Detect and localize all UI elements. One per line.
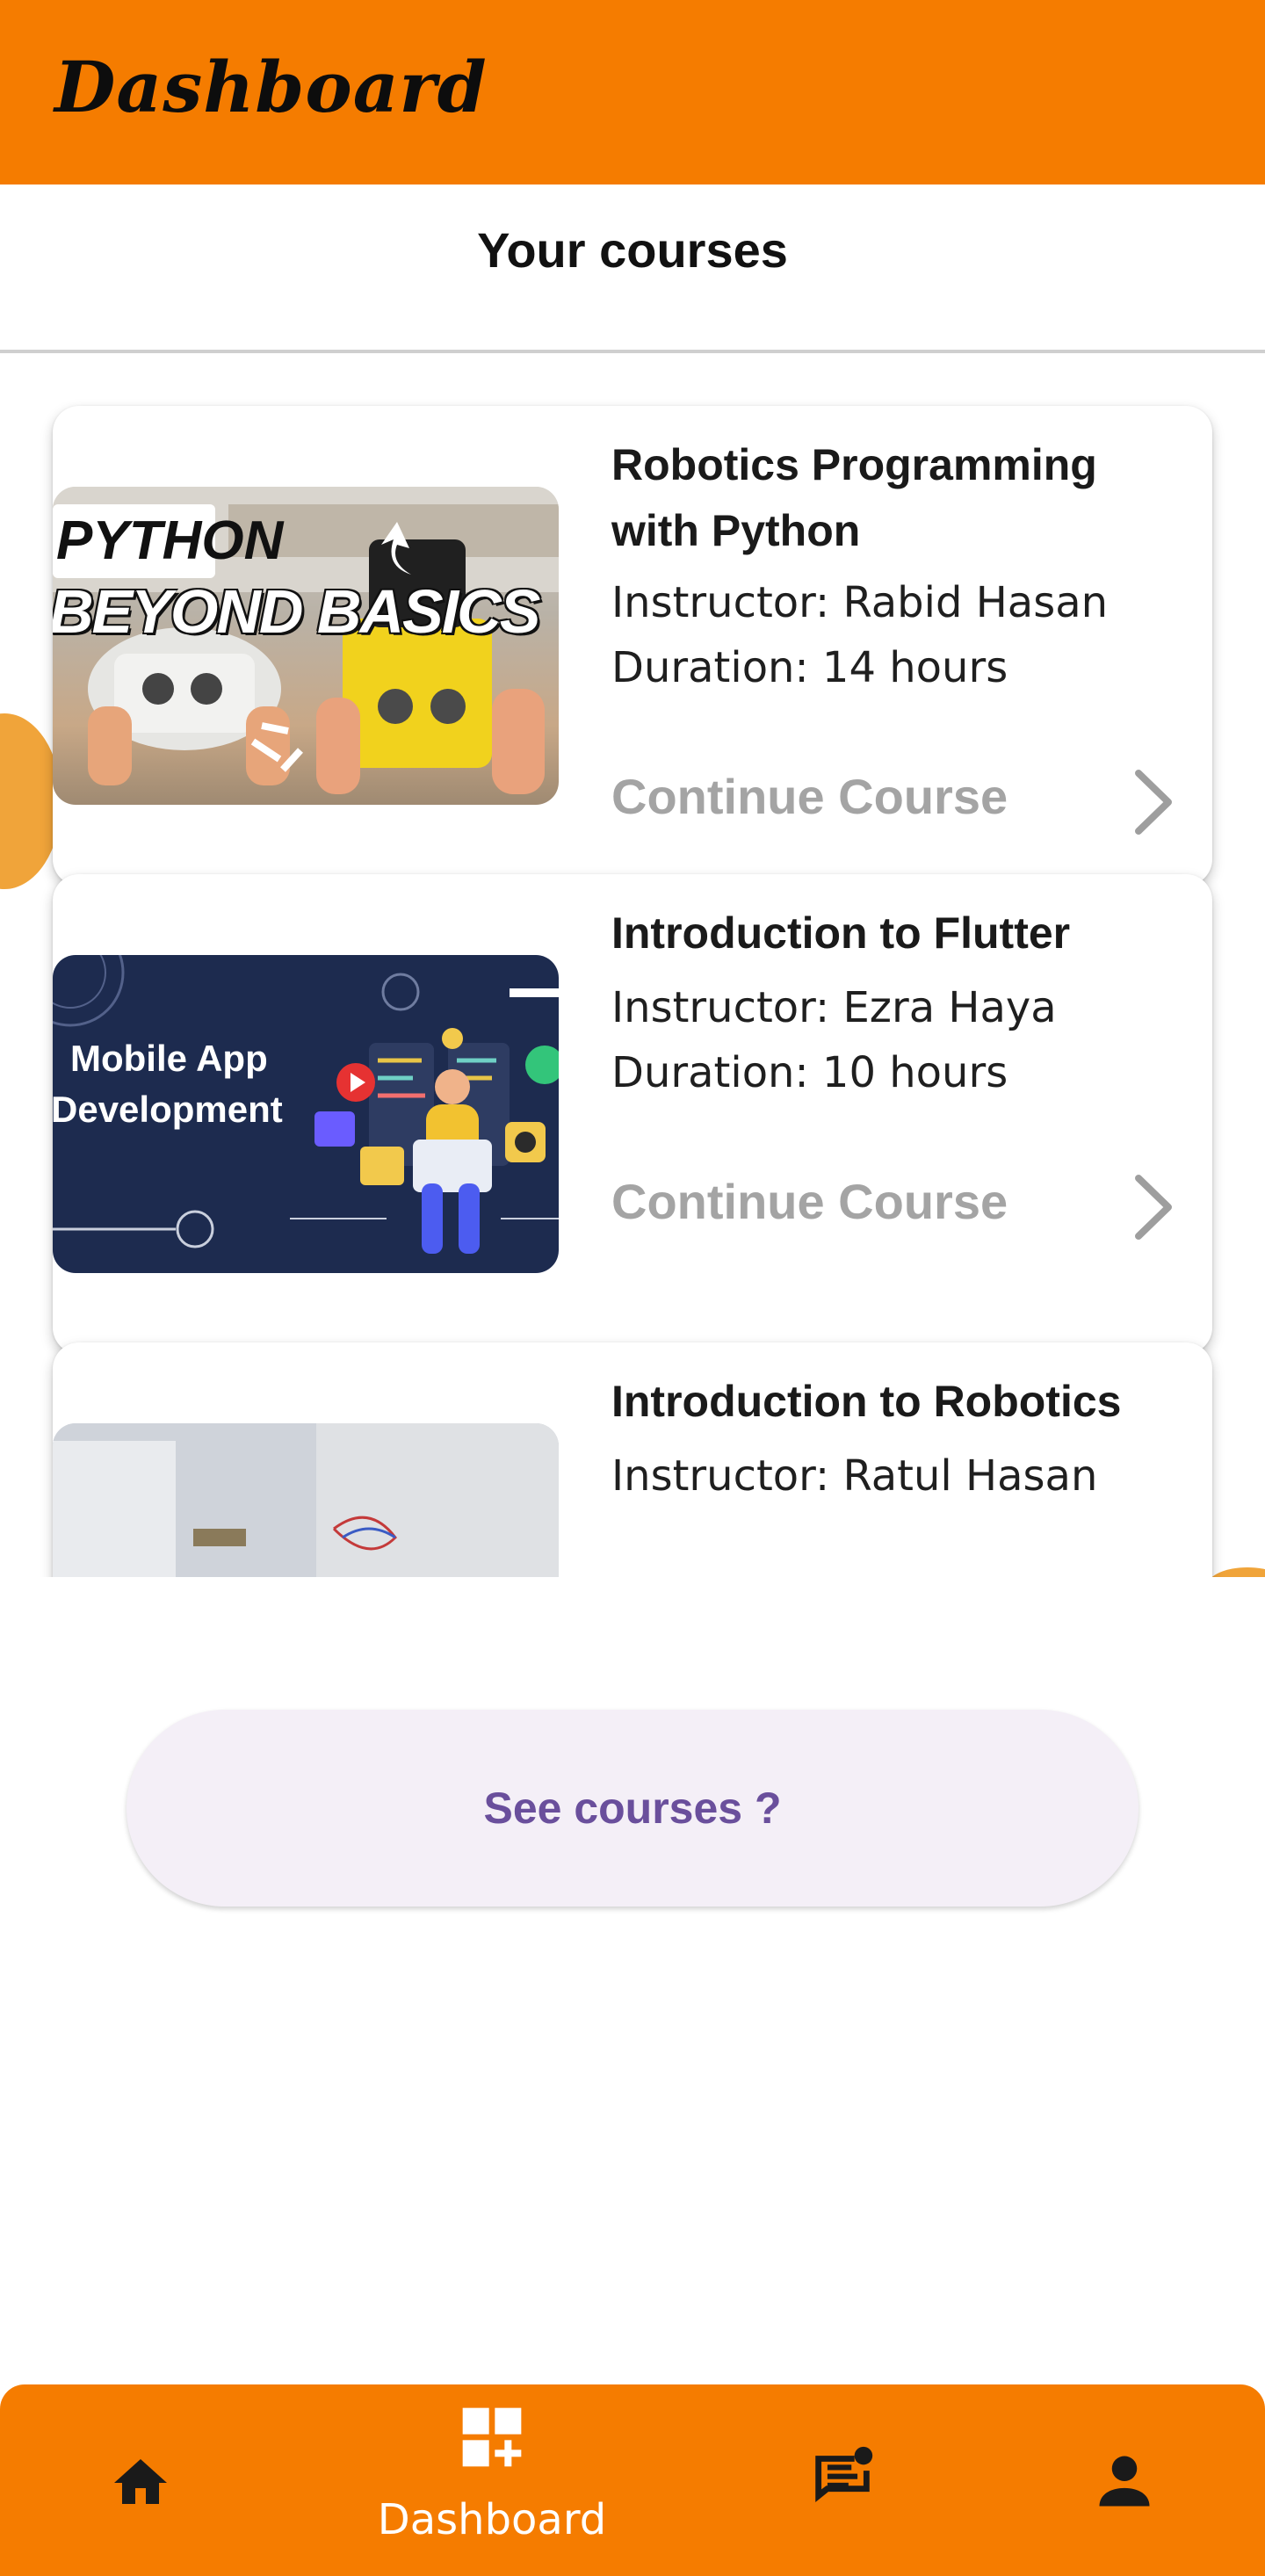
- chevron-right-icon[interactable]: [1123, 1168, 1184, 1247]
- course-thumbnail: [53, 1423, 559, 1577]
- bottom-navigation-bar: Dashboard: [0, 2384, 1265, 2576]
- continue-course-button[interactable]: Continue Course: [611, 768, 1008, 825]
- thumbnail-caption-top: PYTHON: [56, 510, 284, 571]
- decorative-blob: [1208, 1567, 1265, 1577]
- person-icon: [1099, 2456, 1150, 2507]
- course-card[interactable]: PYTHON BEYOND BASICS Robotics Programmin…: [53, 406, 1212, 886]
- nav-item-home[interactable]: [88, 2384, 193, 2576]
- course-card[interactable]: Mobile App Development Introduction to F…: [53, 874, 1212, 1354]
- nav-item-messages[interactable]: [791, 2384, 896, 2576]
- app-bar: Dashboard: [0, 0, 1265, 185]
- course-duration: Duration: 14 hours: [611, 643, 1008, 692]
- app-bar-title: Dashboard: [54, 46, 488, 128]
- course-thumbnail: Mobile App Development: [53, 955, 559, 1273]
- course-duration: Duration: 10 hours: [611, 1048, 1008, 1097]
- course-list[interactable]: PYTHON BEYOND BASICS Robotics Programmin…: [0, 353, 1265, 1577]
- nav-item-profile[interactable]: [1072, 2384, 1177, 2576]
- course-instructor: Instructor: Ratul Hasan: [611, 1451, 1098, 1501]
- continue-course-button[interactable]: Continue Course: [611, 1173, 1008, 1230]
- course-title: Introduction to Robotics: [611, 1377, 1122, 1426]
- course-title: Robotics Programming with Python: [611, 440, 1097, 555]
- course-card[interactable]: Introduction to Robotics Instructor: Rat…: [53, 1342, 1212, 1577]
- section-title: Your courses: [477, 222, 788, 278]
- nav-item-dashboard[interactable]: Dashboard: [351, 2384, 632, 2576]
- course-instructor: Instructor: Rabid Hasan: [611, 578, 1109, 627]
- robotics-board-photo: [53, 1423, 559, 1577]
- chevron-right-icon[interactable]: [1123, 763, 1184, 842]
- dashboard-add-icon: [462, 2407, 522, 2467]
- see-courses-button[interactable]: See courses ?: [126, 1710, 1138, 1907]
- thumbnail-caption-bottom: BEYOND BASICS: [53, 577, 540, 646]
- course-title: Introduction to Flutter: [611, 908, 1071, 958]
- course-thumbnail: PYTHON BEYOND BASICS: [53, 487, 559, 805]
- thumbnail-caption-bottom: Development: [53, 1089, 283, 1130]
- nav-label-dashboard: Dashboard: [377, 2495, 607, 2544]
- chat-notification-icon: [815, 2446, 873, 2503]
- course-instructor: Instructor: Ezra Haya: [611, 983, 1057, 1032]
- thumbnail-caption-top: Mobile App: [70, 1038, 268, 1079]
- home-icon: [114, 2459, 167, 2504]
